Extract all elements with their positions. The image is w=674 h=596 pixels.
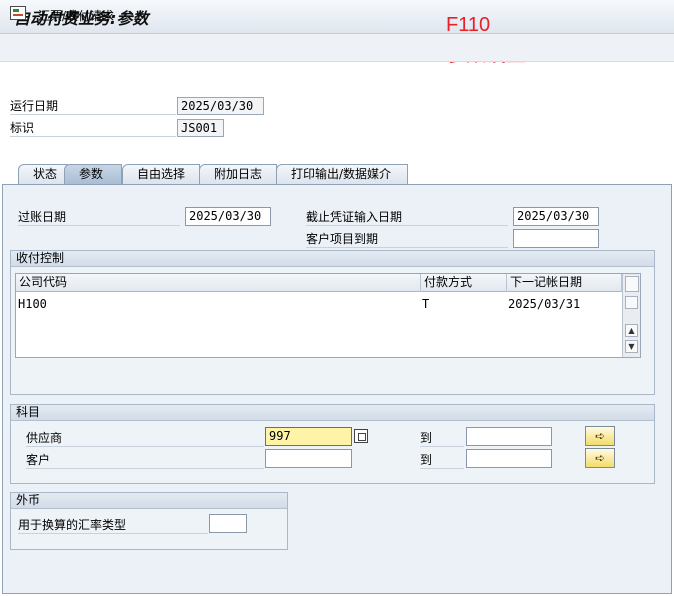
cell-next-posting-date[interactable]: 2025/03/31 <box>508 296 580 312</box>
column-next-posting-date[interactable]: 下一记帐日期 <box>507 274 622 292</box>
vendor-label: 供应商 <box>26 430 264 447</box>
exchange-rate-type-input[interactable] <box>209 514 247 533</box>
tab-status[interactable]: 状态 <box>18 164 68 184</box>
vendor-to-input[interactable] <box>466 427 552 446</box>
payment-control-title: 收付控制 <box>11 251 654 267</box>
customer-due-input[interactable] <box>513 229 599 248</box>
arrow-right-icon: ➪ <box>594 429 606 443</box>
table-header: 公司代码 付款方式 下一记帐日期 <box>16 274 622 292</box>
accounts-title: 科目 <box>11 405 654 421</box>
foreign-currency-title: 外币 <box>11 493 287 509</box>
table-settings-icon[interactable] <box>625 276 639 292</box>
scroll-thumb[interactable] <box>625 296 638 309</box>
tab-status-label: 状态 <box>33 167 58 181</box>
vendor-to-label: 到 <box>420 430 464 447</box>
customer-to-label: 到 <box>420 452 464 469</box>
doc-entry-date-input[interactable]: 2025/03/30 <box>513 207 599 226</box>
customer-label: 客户 <box>26 452 264 469</box>
exchange-rate-type-label: 用于换算的汇率类型 <box>18 517 208 534</box>
posting-date-input[interactable]: 2025/03/30 <box>185 207 271 226</box>
multiple-selection-icon[interactable] <box>354 429 368 443</box>
doc-entry-date-label: 截止凭证输入日期 <box>306 209 508 226</box>
column-company-code[interactable]: 公司代码 <box>16 274 421 292</box>
scroll-down-icon[interactable]: ▼ <box>625 340 638 353</box>
tab-free-selection[interactable]: 自由选择 <box>122 164 200 184</box>
annotation-transaction: F110 <box>446 14 491 36</box>
cell-payment-method[interactable]: T <box>422 296 429 312</box>
customer-multiple-selection-button[interactable]: ➪ <box>585 448 615 468</box>
scroll-up-icon[interactable]: ▲ <box>625 324 638 337</box>
payment-request-button[interactable]: 汇票/收付请求 <box>38 8 114 24</box>
id-label: 标识 <box>10 120 176 137</box>
customer-due-label: 客户项目到期 <box>306 231 508 248</box>
run-date-label: 运行日期 <box>10 98 176 115</box>
application-toolbar <box>0 34 674 62</box>
payment-request-icon[interactable] <box>10 6 26 20</box>
run-date-field: 2025/03/30 <box>177 97 264 115</box>
vendor-multiple-selection-button[interactable]: ➪ <box>585 426 615 446</box>
table-scrollbar[interactable]: ▲ ▼ <box>622 274 640 357</box>
arrow-right-icon: ➪ <box>594 451 606 465</box>
column-payment-method[interactable]: 付款方式 <box>421 274 507 292</box>
tab-parameters[interactable]: 参数 <box>64 164 122 184</box>
id-field: JS001 <box>177 119 224 137</box>
tab-print-data-medium-label: 打印输出/数据媒介 <box>291 167 392 181</box>
vendor-from-input[interactable]: 997 <box>265 427 352 446</box>
customer-to-input[interactable] <box>466 449 552 468</box>
tab-additional-log[interactable]: 附加日志 <box>199 164 277 184</box>
cell-company-code[interactable]: H100 <box>18 296 47 312</box>
tab-parameters-label: 参数 <box>79 167 104 181</box>
tab-print-data-medium[interactable]: 打印输出/数据媒介 <box>276 164 408 184</box>
payment-control-table: 公司代码 付款方式 下一记帐日期 H100 T 2025/03/31 ▲ ▼ <box>15 273 641 358</box>
tab-additional-log-label: 附加日志 <box>214 167 263 181</box>
posting-date-label: 过账日期 <box>18 209 180 226</box>
customer-from-input[interactable] <box>265 449 352 468</box>
tab-free-selection-label: 自由选择 <box>137 167 186 181</box>
